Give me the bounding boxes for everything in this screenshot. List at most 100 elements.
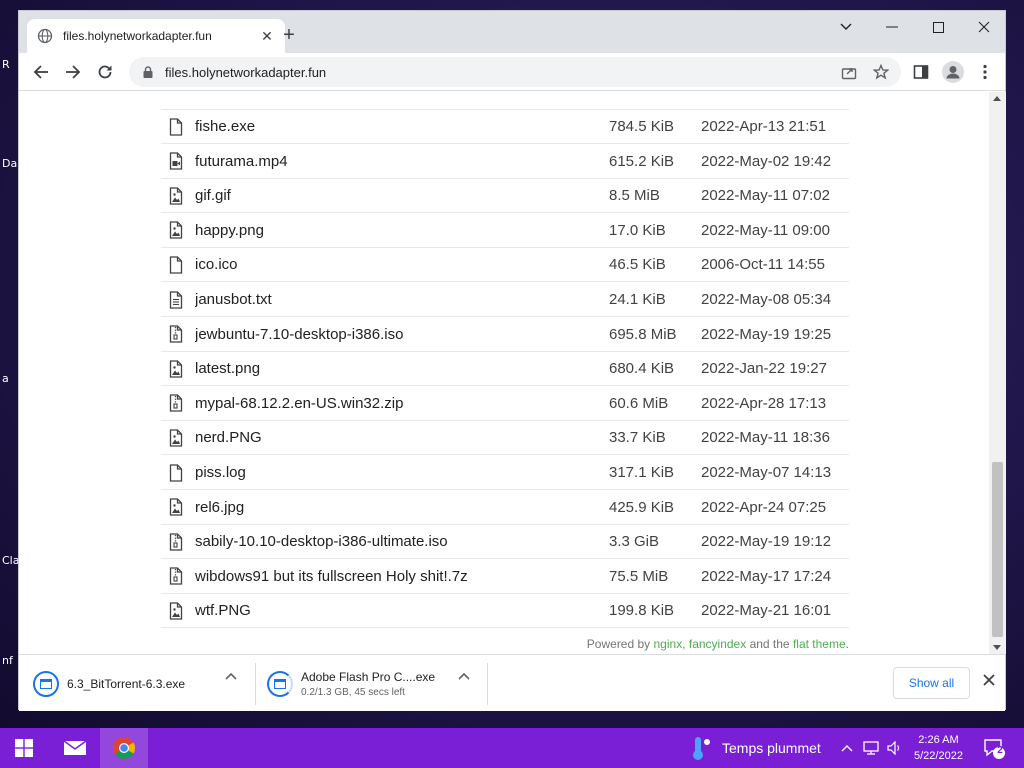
file-name-link[interactable]: mypal-68.12.2.en-US.win32.zip xyxy=(195,395,609,412)
network-button[interactable] xyxy=(860,728,882,768)
reload-button[interactable] xyxy=(93,60,117,84)
table-row[interactable]: latest.png 680.4 KiB 2022-Jan-22 19:27 xyxy=(161,352,849,387)
globe-icon xyxy=(37,28,53,44)
desktop-icon-label[interactable]: Da xyxy=(2,157,17,170)
file-name-link[interactable]: wtf.PNG xyxy=(195,602,609,619)
scroll-down-arrow[interactable] xyxy=(993,645,1001,650)
minimize-button[interactable] xyxy=(869,11,915,43)
url-text[interactable]: files.holynetworkadapter.fun xyxy=(165,65,326,80)
arrow-left-icon xyxy=(33,65,48,79)
address-bar[interactable]: files.holynetworkadapter.fun xyxy=(129,57,901,87)
file-name-link[interactable]: happy.png xyxy=(195,222,609,239)
back-button[interactable] xyxy=(29,60,53,84)
side-panel-icon xyxy=(913,65,929,79)
chevron-up-icon[interactable] xyxy=(224,669,238,683)
notification-center-button[interactable]: 2 xyxy=(982,736,1006,760)
file-size: 33.7 KiB xyxy=(609,429,666,447)
file-name-link[interactable]: latest.png xyxy=(195,360,609,377)
table-row[interactable]: ico.ico 46.5 KiB 2006-Oct-11 14:55 xyxy=(161,248,849,283)
close-shelf-button[interactable] xyxy=(979,670,999,690)
table-row-partial xyxy=(161,92,849,110)
file-date: 2022-Apr-28 17:13 xyxy=(701,394,827,412)
table-row[interactable]: futurama.mp4 615.2 KiB 2022-May-02 19:42 xyxy=(161,145,849,179)
close-tab-icon[interactable]: ✕ xyxy=(259,28,275,45)
file-name-link[interactable]: fishe.exe xyxy=(195,118,609,135)
scroll-up-arrow[interactable] xyxy=(993,96,1001,101)
divider xyxy=(487,663,488,705)
table-row[interactable]: mypal-68.12.2.en-US.win32.zip 60.6 MiB 202… xyxy=(161,387,849,421)
table-row[interactable]: nerd.PNG 33.7 KiB 2022-May-11 18:36 xyxy=(161,421,849,456)
file-name-link[interactable]: janusbot.txt xyxy=(195,291,609,308)
share-button[interactable] xyxy=(837,60,861,84)
lock-icon[interactable] xyxy=(141,65,155,79)
vertical-scrollbar[interactable] xyxy=(989,92,1006,654)
desktop-icon-label[interactable]: a xyxy=(2,372,9,385)
mail-icon xyxy=(63,740,87,755)
speaker-icon xyxy=(887,741,900,755)
browser-tab[interactable]: files.holynetworkadapter.fun ✕ xyxy=(27,19,285,53)
system-clock[interactable]: 2:26 AM 5/22/2022 xyxy=(914,732,963,764)
download-item[interactable]: 6.3_BitTorrent-6.3.exe xyxy=(33,663,253,705)
download-item[interactable]: Adobe Flash Pro C....exe 0.2/1.3 GB, 45 … xyxy=(267,663,477,705)
table-row[interactable]: wtf.PNG 199.8 KiB 2022-May-21 16:01 xyxy=(161,594,849,629)
maximize-button[interactable] xyxy=(915,11,961,43)
table-row[interactable]: fishe.exe 784.5 KiB 2022-Apr-13 21:51 xyxy=(161,110,849,144)
desktop-icon-label[interactable]: R xyxy=(2,58,10,71)
file-name-link[interactable]: wibdows91 but its fullscreen Holy shit!.… xyxy=(195,568,609,585)
close-icon xyxy=(983,674,995,686)
arrow-right-icon xyxy=(66,65,81,79)
footer-text: Powered by xyxy=(586,637,654,651)
text-file-icon xyxy=(169,290,183,309)
weather-text: Temps plummet xyxy=(722,740,821,756)
table-row[interactable]: piss.log 317.1 KiB 2022-May-07 14:13 xyxy=(161,456,849,490)
tab-search-icon[interactable] xyxy=(823,11,869,43)
file-name-link[interactable]: gif.gif xyxy=(195,187,609,204)
file-size: 17.0 KiB xyxy=(609,221,666,239)
file-icon xyxy=(169,463,183,482)
close-window-button[interactable] xyxy=(961,11,1007,43)
table-row[interactable]: jewbuntu-7.10-desktop-i386.iso 695.8 MiB 2… xyxy=(161,318,849,352)
image-file-icon xyxy=(169,221,183,239)
table-row[interactable]: rel6.jpg 425.9 KiB 2022-Apr-24 07:25 xyxy=(161,491,849,525)
desktop-icon-label[interactable]: Cla xyxy=(2,554,19,567)
file-name-link[interactable]: jewbuntu-7.10-desktop-i386.iso xyxy=(195,326,609,343)
bookmark-button[interactable] xyxy=(869,60,893,84)
desktop-icon-label[interactable]: nf xyxy=(2,654,13,667)
table-row[interactable]: sabily-10.10-desktop-i386-ultimate.iso 3.… xyxy=(161,525,849,560)
table-row[interactable]: happy.png 17.0 KiB 2022-May-11 09:00 xyxy=(161,214,849,248)
file-name-link[interactable]: futurama.mp4 xyxy=(195,153,609,170)
show-all-button[interactable]: Show all xyxy=(893,667,970,699)
forward-button[interactable] xyxy=(61,60,85,84)
show-hidden-icons-button[interactable] xyxy=(838,728,856,768)
file-name-link[interactable]: sabily-10.10-desktop-i386-ultimate.iso xyxy=(195,533,609,550)
image-file-icon xyxy=(169,429,183,447)
start-button[interactable] xyxy=(0,728,48,768)
download-progress-text: 0.2/1.3 GB, 45 secs left xyxy=(301,687,405,698)
scrollbar-thumb[interactable] xyxy=(992,462,1003,637)
windows-logo-icon xyxy=(15,739,33,757)
menu-button[interactable] xyxy=(973,60,997,84)
file-size: 317.1 KiB xyxy=(609,464,675,481)
taskbar-mail-app[interactable] xyxy=(52,728,98,768)
nginx-link[interactable]: nginx xyxy=(654,637,683,651)
profile-button[interactable] xyxy=(941,60,965,84)
file-name-link[interactable]: rel6.jpg xyxy=(195,499,609,516)
avatar-icon xyxy=(942,61,964,83)
new-tab-button[interactable]: + xyxy=(277,24,301,48)
table-row[interactable]: janusbot.txt 24.1 KiB 2022-May-08 05:34 xyxy=(161,283,849,317)
file-name-link[interactable]: nerd.PNG xyxy=(195,429,609,446)
flat-theme-link[interactable]: flat theme xyxy=(793,637,846,651)
table-row[interactable]: gif.gif 8.5 MiB 2022-May-11 07:02 xyxy=(161,179,849,214)
taskbar-chrome-app[interactable] xyxy=(100,728,148,768)
file-name-link[interactable]: piss.log xyxy=(195,464,609,481)
weather-widget[interactable]: Temps plummet xyxy=(690,728,821,768)
side-panel-button[interactable] xyxy=(909,60,933,84)
image-file-icon xyxy=(169,602,183,620)
volume-button[interactable] xyxy=(884,728,906,768)
chevron-up-icon[interactable] xyxy=(457,669,471,683)
table-row[interactable]: wibdows91 but its fullscreen Holy shit!.… xyxy=(161,560,849,594)
image-file-icon xyxy=(169,360,183,378)
file-name-link[interactable]: ico.ico xyxy=(195,256,609,273)
fancyindex-link[interactable]: fancyindex xyxy=(689,637,746,651)
archive-file-icon xyxy=(169,325,183,343)
